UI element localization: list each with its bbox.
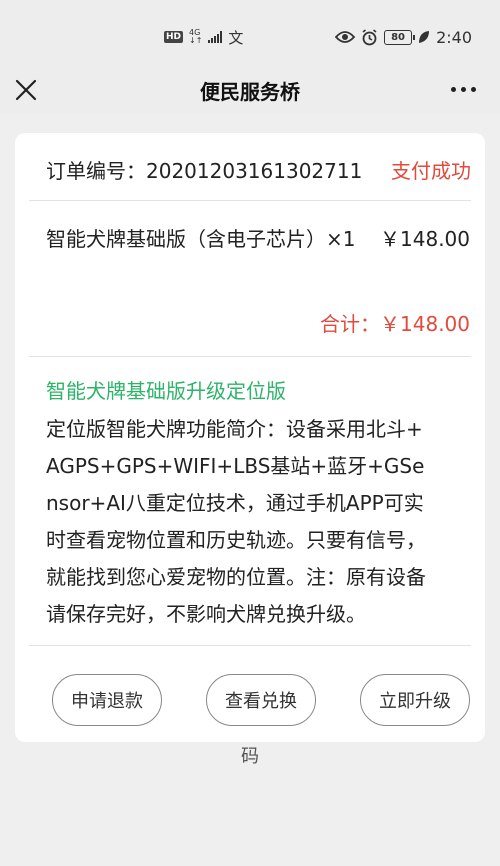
divider: [29, 645, 471, 646]
product-price: ￥148.00: [380, 227, 470, 251]
hd-badge: HD: [164, 31, 184, 43]
product-name: 智能犬牌基础版（含电子芯片）×1: [46, 227, 356, 251]
nav-bar: 便民服务桥: [0, 66, 500, 114]
status-right-group: 80 2:40: [335, 26, 472, 48]
status-network-group: HD 4G ↓↑ 文: [164, 27, 243, 47]
order-status: 支付成功: [391, 159, 471, 183]
alarm-icon: [362, 28, 377, 45]
battery-level: 80: [391, 31, 406, 43]
divider: [29, 356, 471, 357]
page-title: 便民服务桥: [200, 80, 300, 104]
truncated-text: 码: [241, 746, 259, 767]
refund-button[interactable]: 申请退款: [52, 674, 162, 726]
battery-icon: 80: [384, 29, 416, 45]
upgrade-now-button[interactable]: 立即升级: [360, 674, 470, 726]
divider: [29, 200, 471, 201]
network-arrows: ↓↑: [189, 36, 203, 45]
text-notification-icon: 文: [228, 28, 244, 47]
network-type: 4G ↓↑: [189, 29, 202, 45]
signal-icon: [208, 31, 223, 43]
upgrade-description: 定位版智能犬牌功能简介：设备采用北斗+AGPS+GPS+WIFI+LBS基站+蓝…: [46, 417, 426, 626]
order-total: 合计：￥148.00: [320, 312, 470, 336]
more-icon[interactable]: [451, 87, 476, 92]
order-number: 订单编号：20201203161302711: [46, 159, 363, 183]
clock-time: 2:40: [436, 27, 472, 47]
view-exchange-button[interactable]: 查看兑换: [206, 674, 316, 726]
upgrade-title[interactable]: 智能犬牌基础版升级定位版: [46, 375, 286, 404]
eye-icon: [335, 31, 356, 43]
order-card: 订单编号：20201203161302711 支付成功 智能犬牌基础版（含电子芯…: [15, 133, 485, 742]
order-header: 订单编号：20201203161302711 支付成功: [46, 155, 471, 184]
product-row: 智能犬牌基础版（含电子芯片）×1 ￥148.00: [46, 223, 470, 255]
status-bar: HD 4G ↓↑ 文 80 2:40: [0, 0, 500, 66]
leaf-icon: [419, 31, 430, 43]
